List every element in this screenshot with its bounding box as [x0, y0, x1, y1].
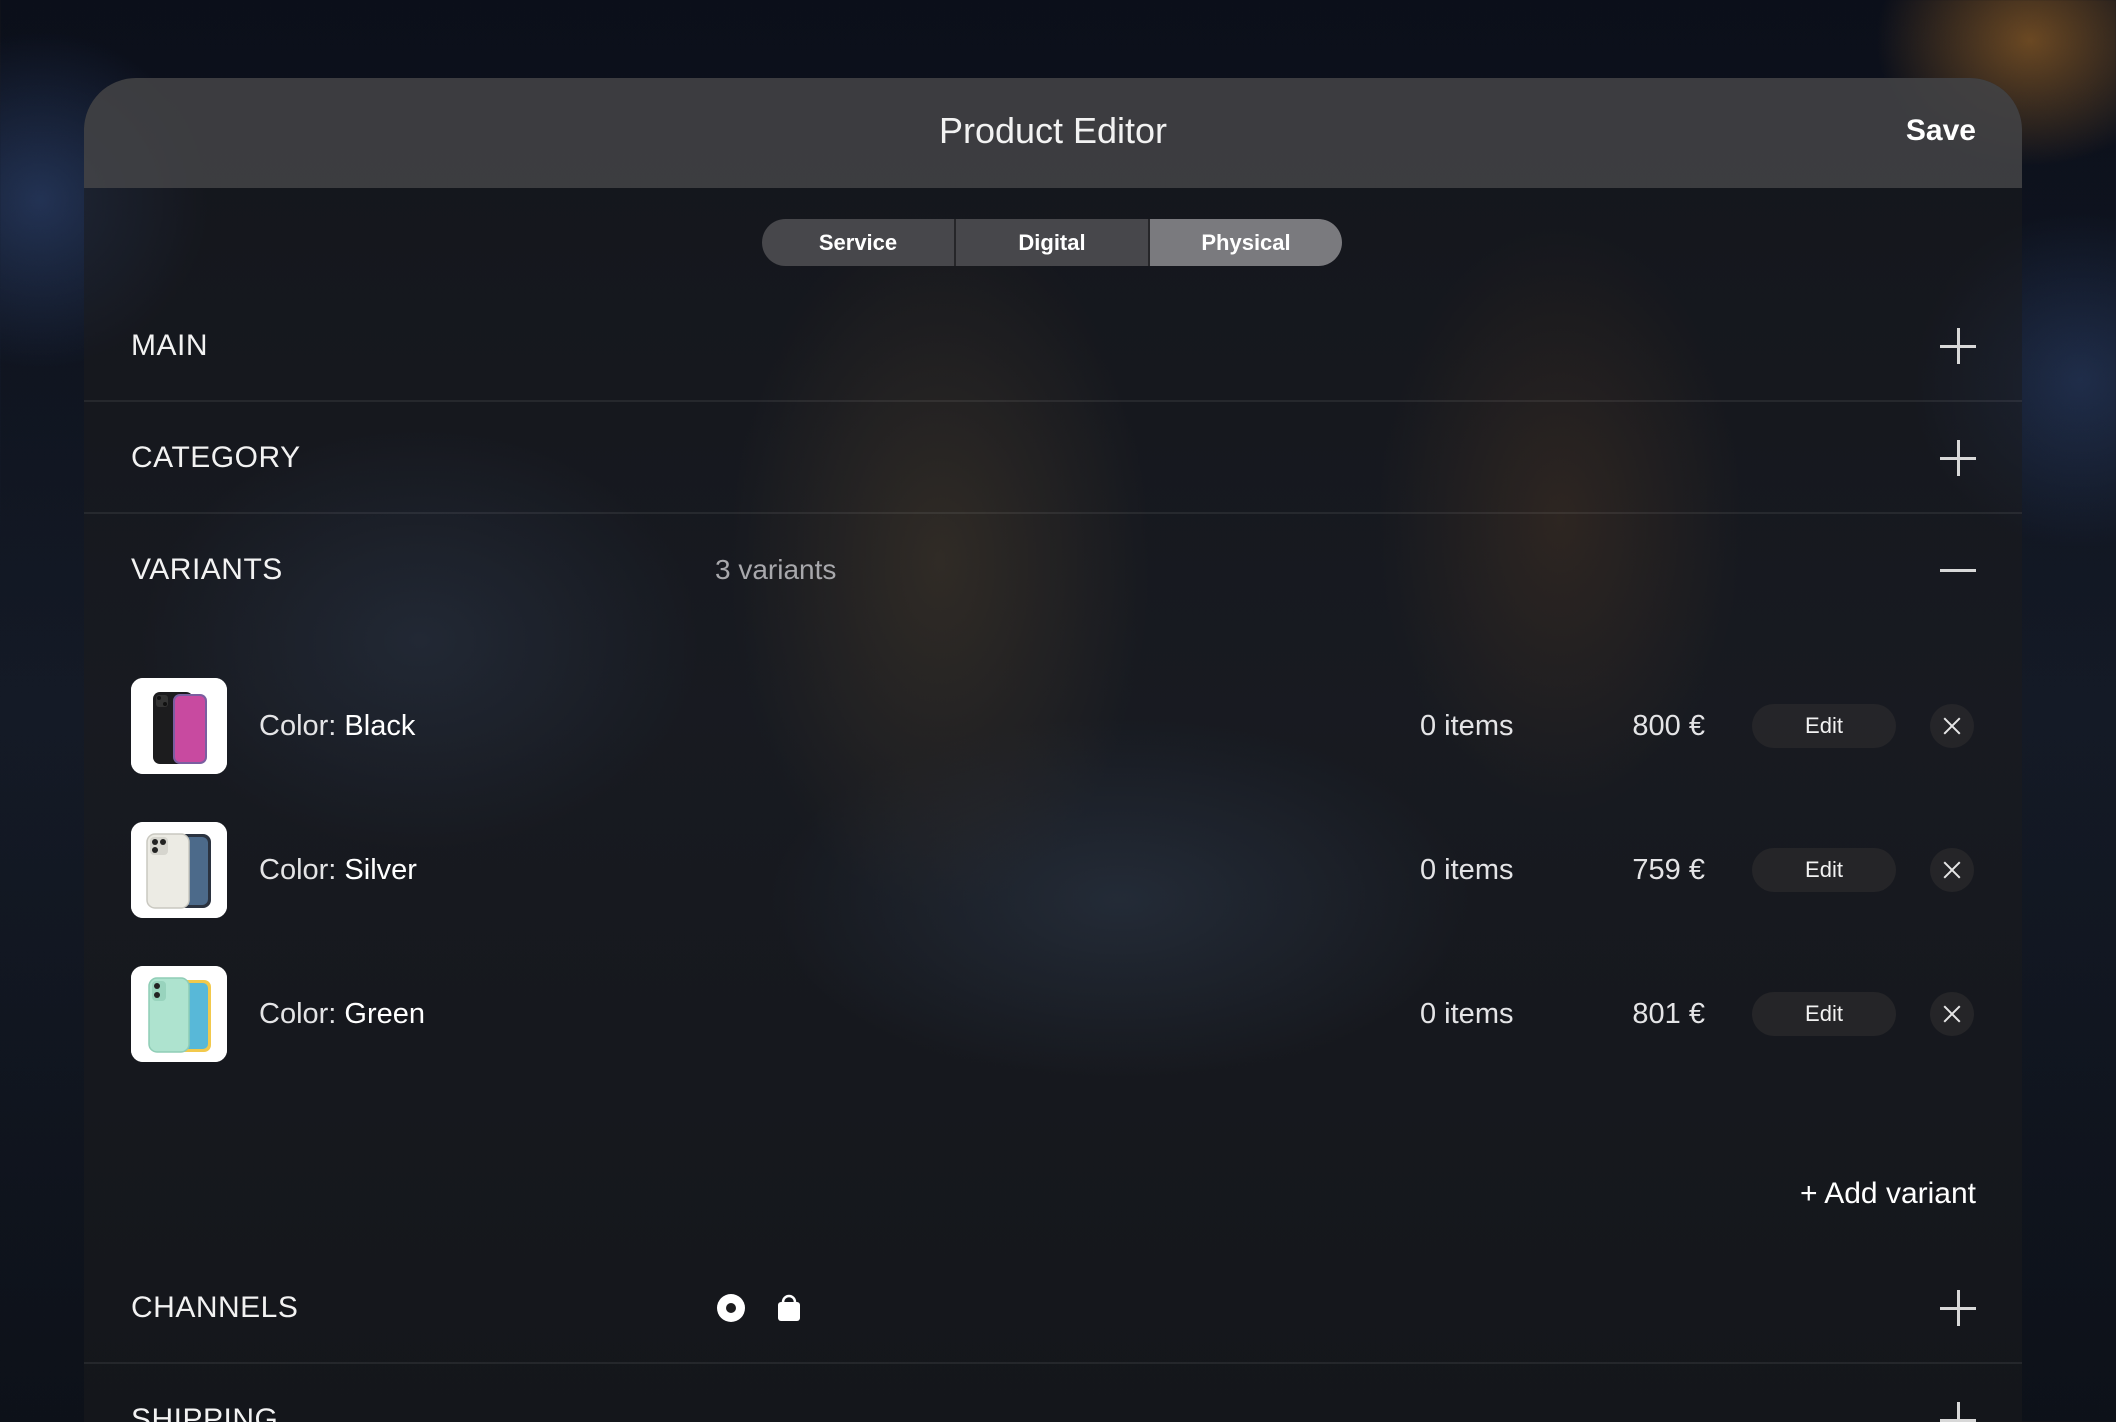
edit-variant-button[interactable]: Edit — [1752, 992, 1896, 1036]
variant-price: 801 € — [1632, 998, 1705, 1030]
variant-name: Color: Black — [259, 678, 415, 774]
expand-plus-icon[interactable] — [1940, 1402, 1976, 1422]
section-channels-label: CHANNELS — [131, 1291, 299, 1324]
add-variant-button[interactable]: + Add variant — [1800, 1174, 1976, 1214]
page-title: Product Editor — [938, 110, 1168, 151]
expand-plus-icon[interactable] — [1940, 440, 1976, 476]
black-phone-icon — [131, 678, 227, 774]
silver-phone-icon — [131, 822, 227, 918]
edit-variant-button[interactable]: Edit — [1752, 704, 1896, 748]
section-category[interactable]: CATEGORY — [84, 402, 2022, 514]
shopping-bag-icon — [778, 1294, 800, 1321]
channel-icons — [716, 1252, 804, 1364]
section-variants[interactable]: VARIANTS 3 variants — [84, 514, 2022, 626]
edit-variant-button[interactable]: Edit — [1752, 848, 1896, 892]
expand-plus-icon[interactable] — [1940, 328, 1976, 364]
variant-row: Color: Black 0 items 800 € Edit — [84, 678, 2022, 774]
green-phone-icon — [131, 966, 227, 1062]
variant-row: Color: Silver 0 items 759 € Edit — [84, 822, 2022, 918]
variant-price: 759 € — [1632, 854, 1705, 886]
section-channels[interactable]: CHANNELS — [84, 1252, 2022, 1364]
variant-attribute: Color: — [259, 854, 337, 886]
close-icon[interactable] — [1930, 704, 1974, 748]
tab-service[interactable]: Service — [762, 219, 956, 266]
close-icon[interactable] — [1930, 848, 1974, 892]
save-button[interactable]: Save — [1906, 78, 1976, 184]
section-category-label: CATEGORY — [131, 441, 301, 474]
tab-physical[interactable]: Physical — [1150, 219, 1342, 266]
section-shipping-label: SHIPPING — [131, 1403, 279, 1422]
variant-quantity: 0 items — [1420, 854, 1514, 886]
variant-name: Color: Green — [259, 966, 425, 1062]
section-main-label: MAIN — [131, 329, 208, 362]
section-main[interactable]: MAIN — [84, 290, 2022, 402]
variant-thumbnail — [131, 678, 227, 774]
variant-row: Color: Green 0 items 801 € Edit — [84, 966, 2022, 1062]
variant-quantity: 0 items — [1420, 998, 1514, 1030]
section-variants-label: VARIANTS — [131, 553, 283, 586]
variant-attribute: Color: — [259, 998, 337, 1030]
variant-price: 800 € — [1632, 710, 1705, 742]
product-editor-panel: Product Editor Save MAIN CATEGORY VARIAN… — [84, 78, 2022, 1422]
variant-name: Color: Silver — [259, 822, 417, 918]
expand-plus-icon[interactable] — [1940, 1290, 1976, 1326]
close-icon[interactable] — [1930, 992, 1974, 1036]
editor-header: Product Editor Save — [84, 78, 2022, 188]
product-type-tabs: Service Digital Physical — [762, 219, 1342, 266]
tab-digital[interactable]: Digital — [956, 219, 1150, 266]
collapse-minus-icon[interactable] — [1940, 552, 1976, 588]
variant-value: Green — [344, 998, 426, 1030]
section-shipping[interactable]: SHIPPING — [84, 1364, 2022, 1422]
variants-count: 3 variants — [715, 554, 837, 585]
variant-thumbnail — [131, 822, 227, 918]
variant-value: Silver — [344, 854, 417, 886]
variant-quantity: 0 items — [1420, 710, 1514, 742]
variant-value: Black — [344, 710, 416, 742]
variant-thumbnail — [131, 966, 227, 1062]
variant-attribute: Color: — [259, 710, 337, 742]
record-icon — [717, 1294, 745, 1322]
